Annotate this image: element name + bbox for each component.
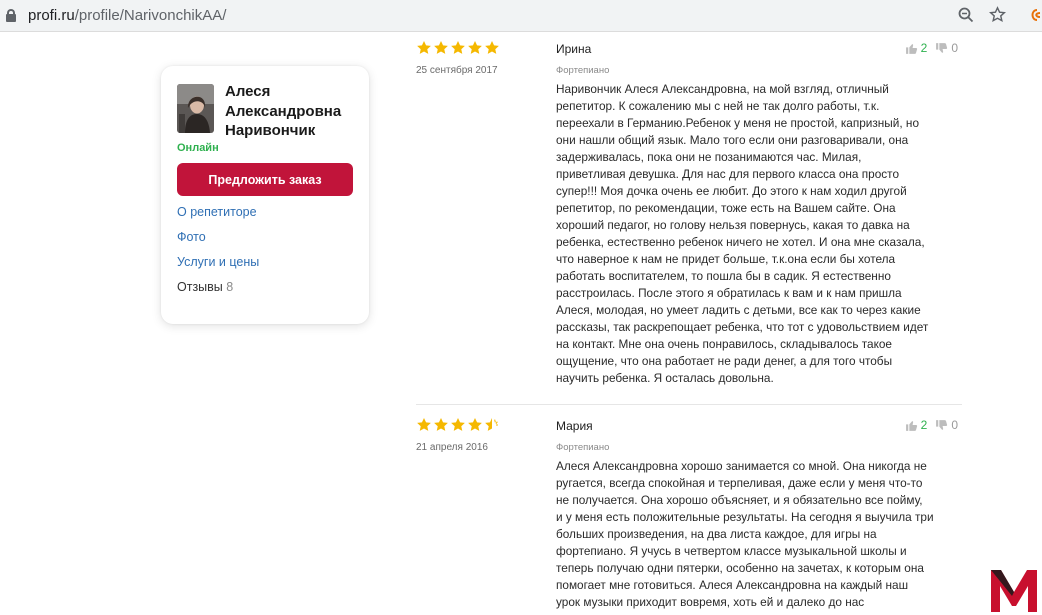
- star-icon: [451, 41, 465, 54]
- review-text: Наривончик Алеся Александровна, на мой в…: [556, 81, 962, 387]
- review-text-line: и у меня есть положительные результаты. …: [556, 510, 934, 524]
- review-text-line: ребенка, естественно ребенок ничего не х…: [556, 235, 925, 249]
- likes-count: 2: [920, 41, 928, 55]
- lock-icon[interactable]: [6, 9, 16, 22]
- review-subject: Фортепиано: [556, 65, 610, 76]
- review-item: 25 сентября 2017 Ирина Фортепиано 2 0 На…: [416, 40, 962, 390]
- review-text-line: приветливая девушка. Для нас для первого…: [556, 167, 900, 181]
- review-text-line: хороший педагог, но голову нельзя поверн…: [556, 218, 910, 232]
- star-icon: [417, 418, 431, 431]
- star-icon: [485, 41, 499, 54]
- extension-icon[interactable]: [1028, 7, 1042, 23]
- review-text-line: научить ребенка. Я осталась довольна.: [556, 371, 774, 385]
- thumbs-up-icon[interactable]: [905, 419, 918, 432]
- review-text-line: они нашли общий язык. Мало того если они…: [556, 133, 909, 147]
- dislikes-count: 0: [951, 418, 958, 432]
- review-author: Ирина: [556, 42, 592, 56]
- review-text-line: Алеся, молодая, но умеет ладить с детьми…: [556, 303, 921, 317]
- star-icon: [434, 418, 448, 431]
- browser-address-bar[interactable]: profi.ru/profile/NarivonchikAA/: [0, 0, 1042, 32]
- watermark-logo-icon: [991, 570, 1037, 612]
- review-subject: Фортепиано: [556, 442, 610, 453]
- review-author: Мария: [556, 419, 593, 433]
- offer-order-button[interactable]: Предложить заказ: [177, 163, 353, 196]
- review-text-line: не получается. Она хорошо объясняет, и я…: [556, 493, 923, 507]
- thumbs-down-icon[interactable]: [935, 419, 948, 432]
- star-icon: [434, 41, 448, 54]
- review-text-line: Наривончик Алеся Александровна, на мой в…: [556, 82, 889, 96]
- review-text-line: репетитор. К сожалению мы с ней не так д…: [556, 99, 880, 113]
- star-icon: [468, 418, 482, 431]
- review-text-line: ругается, всегда спокойная и терпеливая,…: [556, 476, 923, 490]
- review-item: 21 апреля 2016 Мария Фортепиано 2 0 Алес…: [416, 417, 962, 615]
- reviews-label: Отзывы: [177, 280, 223, 294]
- review-text-line: помогает мне готовиться. Алеся Александр…: [556, 578, 909, 592]
- review-text-line: больших произведения, на два листа каждо…: [556, 527, 877, 541]
- review-votes: 2 0: [905, 41, 958, 55]
- reviews-count: 8: [226, 280, 234, 294]
- rating-stars: [416, 417, 500, 434]
- review-text-line: репетитор, по рекомендации, тоже есть на…: [556, 201, 896, 215]
- link-about-tutor[interactable]: О репетиторе: [177, 205, 257, 219]
- bookmark-star-icon[interactable]: [989, 6, 1006, 23]
- online-status: Онлайн: [177, 142, 219, 154]
- review-text-line: Алеся Александровна хорошо занимается со…: [556, 459, 927, 473]
- thumbs-down-icon[interactable]: [935, 42, 948, 55]
- review-text: Алеся Александровна хорошо занимается со…: [556, 458, 962, 611]
- reviews-nav-item[interactable]: Отзывы 8: [177, 280, 233, 294]
- review-text-line: на контакт. Мне она очень понравилось, с…: [556, 337, 892, 351]
- star-icon: [468, 41, 482, 54]
- avatar[interactable]: [177, 84, 214, 133]
- profile-card: Алеся Александровна Наривончик Онлайн Пр…: [161, 66, 369, 324]
- review-date: 21 апреля 2016: [416, 442, 488, 453]
- review-text-line: что наверное к нам не придет больше, т.к…: [556, 252, 896, 266]
- rating-stars: [416, 40, 500, 57]
- thumbs-up-icon[interactable]: [905, 42, 918, 55]
- tutor-name: Алеся Александровна Наривончик: [225, 83, 342, 139]
- url-text[interactable]: profi.ru/profile/NarivonchikAA/: [28, 7, 226, 24]
- review-text-line: супер!!! Моя дочка очень ее любит. До эт…: [556, 184, 907, 198]
- review-text-line: урок музыки приходит вовремя, хоть ей и …: [556, 595, 865, 609]
- dislikes-count: 0: [951, 41, 958, 55]
- review-text-line: ощущение, что она работает не ради денег…: [556, 354, 893, 368]
- link-photos[interactable]: Фото: [177, 230, 206, 244]
- zoom-icon[interactable]: [958, 7, 974, 23]
- likes-count: 2: [920, 418, 928, 432]
- star-icon: [417, 41, 431, 54]
- review-text-line: работать воспитателем, то пошла бы в сад…: [556, 269, 891, 283]
- star-icon: [485, 418, 498, 431]
- review-text-line: теперь получаю одни пятерки, особенно на…: [556, 561, 924, 575]
- review-text-line: расстроилась. После этого я обратилась к…: [556, 286, 902, 300]
- review-text-line: фортепиано. Я учусь в четвертом классе м…: [556, 544, 907, 558]
- review-votes: 2 0: [905, 418, 958, 432]
- link-services-prices[interactable]: Услуги и цены: [177, 255, 259, 269]
- review-text-line: рассказы, так раскрепощает ребенка, что …: [556, 320, 929, 334]
- review-divider: [416, 404, 962, 405]
- review-text-line: задерживалась, пока они не позанимаются …: [556, 150, 862, 164]
- review-date: 25 сентября 2017: [416, 65, 498, 76]
- star-icon: [451, 418, 465, 431]
- review-text-line: переехали в Германию.Ребенок у меня не п…: [556, 116, 920, 130]
